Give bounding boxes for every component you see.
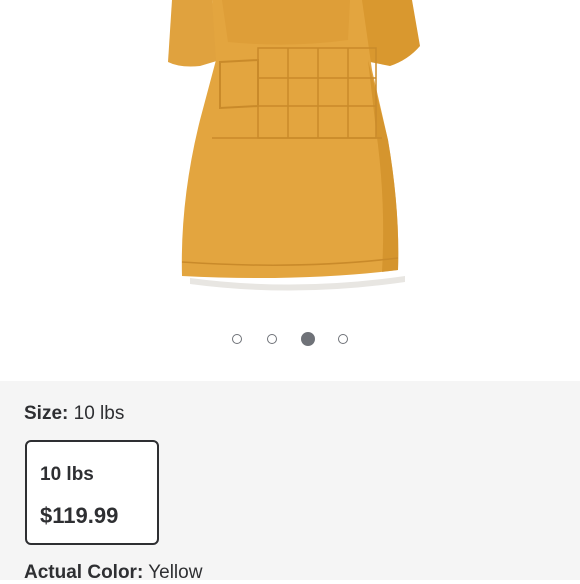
size-option-label: 10 lbs [40,464,94,485]
color-summary: Actual Color: Yellow [24,562,202,584]
product-image[interactable] [150,0,440,300]
carousel-dot-4[interactable] [338,334,348,344]
carousel-dot-1[interactable] [232,334,242,344]
carousel-dot-2[interactable] [267,334,277,344]
carousel-dot-3-active[interactable] [301,332,315,346]
size-selected-value: 10 lbs [73,403,125,424]
size-summary: Size: 10 lbs [24,403,124,425]
size-option-price: $119.99 [40,503,119,528]
size-option-tile-selected[interactable]: 10 lbs $119.99 [25,440,159,545]
carousel-dots [0,332,580,348]
size-label: Size: [24,403,69,424]
product-image-area [0,0,580,381]
product-options-panel: Size: 10 lbs 10 lbs $119.99 Actual Color… [0,381,580,583]
